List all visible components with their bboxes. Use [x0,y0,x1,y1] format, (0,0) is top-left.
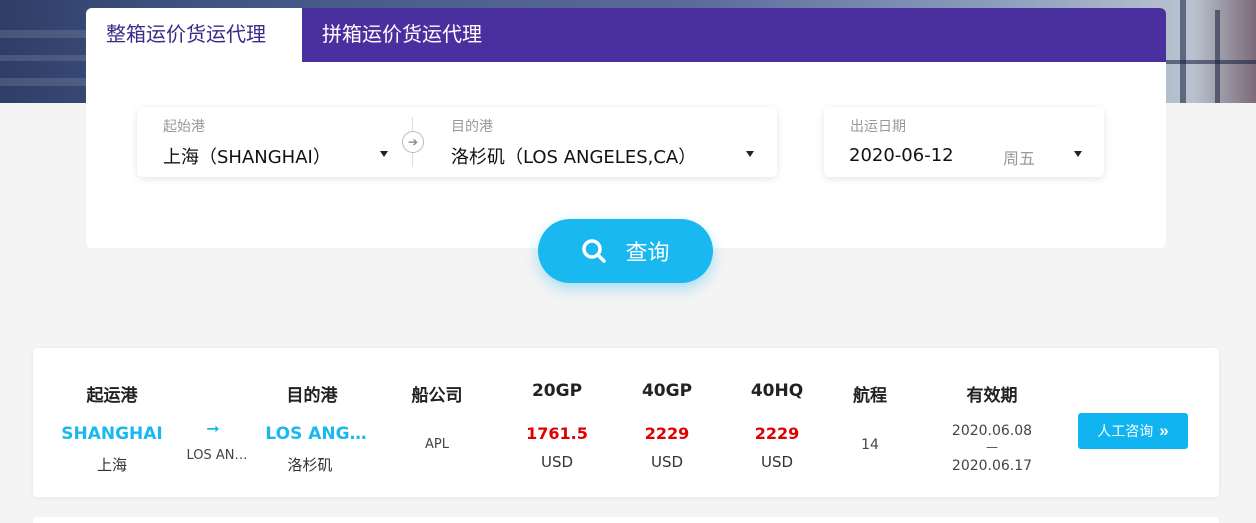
dest-select[interactable]: 洛杉矶（LOS ANGELES,CA） [451,143,696,169]
tab-fcl-freight[interactable]: 整箱运价货运代理 [86,8,302,62]
carrier-name: APL [425,437,449,452]
result-row-card: 起运港 目的港 船公司 20GP 40GP 40HQ 航程 有效期 SHANGH… [33,348,1219,497]
origin-select[interactable]: 上海（SHANGHAI） [163,143,331,169]
currency-40gp: USD [650,453,684,471]
header-origin: 起运港 [86,386,138,406]
dest-label: 目的港 [451,119,493,135]
manual-consult-button[interactable]: 人工咨询 » [1078,413,1188,449]
dest-port-cn: 洛杉矶 [287,456,333,474]
currency-40hq: USD [760,453,794,471]
result-row-card-next [33,517,1219,523]
weekday-text: 周五 [1003,149,1036,168]
search-panel: 整箱运价货运代理 拼箱运价货运代理 起始港 上海（SHANGHAI） ➔ 目的港… [86,8,1166,248]
origin-port-cn: 上海 [96,456,128,474]
header-carrier: 船公司 [411,386,463,406]
date-select[interactable]: 2020-06-12 [849,145,954,166]
consult-button-label: 人工咨询 [1097,423,1154,439]
date-label: 出运日期 [850,119,906,135]
search-icon [582,239,607,263]
date-selector: 出运日期 2020-06-12 周五 [824,107,1104,177]
date-caret-icon[interactable] [1074,151,1082,157]
origin-caret-icon[interactable] [380,151,388,157]
divider-bottom [412,153,413,167]
via-port: LOS AN… [186,448,248,463]
header-40hq: 40HQ [750,381,804,401]
price-40gp: 2229 [644,424,690,443]
valid-from: 2020.06.08 [951,423,1033,439]
dest-port-en: LOS ANG… [265,424,367,444]
price-40hq: 2229 [754,424,800,443]
price-20gp: 1761.5 [526,424,588,443]
header-20gp: 20GP [531,381,583,401]
origin-port-en: SHANGHAI [61,424,163,444]
origin-label: 起始港 [163,119,205,135]
swap-ports-icon[interactable]: ➔ [402,131,424,153]
header-validity: 有效期 [966,386,1018,406]
currency-20gp: USD [540,453,574,471]
tab-bar: 整箱运价货运代理 拼箱运价货运代理 [86,8,1166,62]
header-dest: 目的港 [286,386,338,406]
tab-lcl-freight[interactable]: 拼箱运价货运代理 [302,8,502,62]
route-arrow-icon: ➞ [206,419,220,438]
search-button-label: 查询 [625,240,670,265]
search-button[interactable]: 查询 [538,219,713,283]
header-voyage: 航程 [853,386,887,406]
header-40gp: 40GP [641,381,693,401]
valid-separator: — [986,440,998,454]
port-selector: 起始港 上海（SHANGHAI） ➔ 目的港 洛杉矶（LOS ANGELES,C… [137,107,777,177]
dest-caret-icon[interactable] [746,151,754,157]
double-chevron-right-icon: » [1159,421,1169,440]
divider-top [412,117,413,131]
valid-to: 2020.06.17 [951,458,1033,474]
voyage-days: 14 [861,437,879,453]
